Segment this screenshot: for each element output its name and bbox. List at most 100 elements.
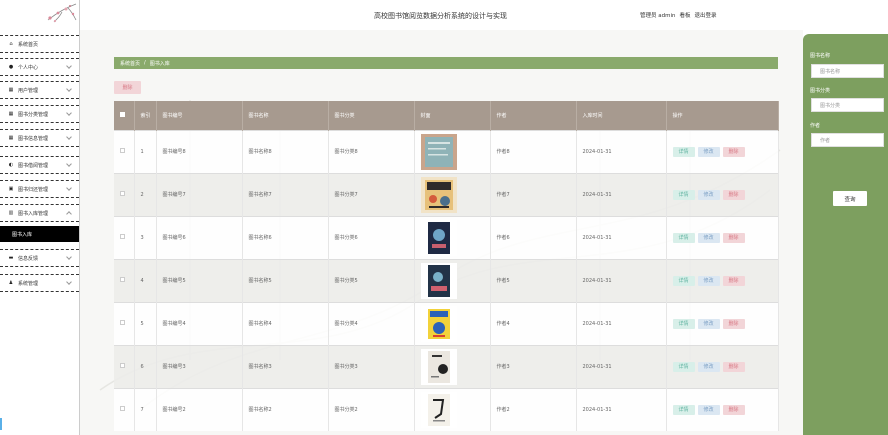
book-name: 图书名称7 xyxy=(242,172,329,216)
table-row: 1 图书编号8 图书名称8 图书分类8 作者8 2024-01-31 详情 修改 删除 xyxy=(114,129,779,173)
actions-cell: 详情 修改 删除 xyxy=(666,129,779,173)
author-label: 作者 xyxy=(810,123,821,129)
actions-cell: 详情 修改 删除 xyxy=(666,172,779,216)
book-category: 图书分类4 xyxy=(328,301,415,345)
chevron-icon xyxy=(66,211,72,217)
actions-cell: 详情 修改 删除 xyxy=(666,301,779,345)
sidebar-item[interactable]: ▣ 图书归还管理 xyxy=(0,180,79,198)
sidebar-item-label: 信息反馈 xyxy=(18,255,39,262)
delete-button[interactable]: 删除 xyxy=(722,189,745,200)
sidebar-item[interactable]: ⌂ 系统首页 xyxy=(0,35,79,53)
delete-button[interactable]: 删除 xyxy=(722,146,745,157)
sidebar-item[interactable]: ▬ 信息反馈 xyxy=(0,249,79,267)
breadcrumb-current: 图书入库 xyxy=(149,60,170,67)
cover-cell xyxy=(414,172,491,216)
delete-button[interactable]: 删除 xyxy=(722,318,745,329)
row-index: 1 xyxy=(134,129,157,173)
sidebar-item-label: 个人中心 xyxy=(18,64,39,71)
breadcrumb: 系统首页 / 图书入库 xyxy=(114,57,778,69)
row-select-cell xyxy=(114,344,135,388)
select-all-checkbox[interactable] xyxy=(120,111,125,117)
detail-button[interactable]: 详情 xyxy=(672,318,695,329)
user-label: 管理员 admin xyxy=(640,13,676,19)
book-category: 图书分类7 xyxy=(328,172,415,216)
row-checkbox[interactable] xyxy=(120,363,125,368)
logout-link[interactable]: 退出登录 xyxy=(695,11,717,19)
column-header: 入库时间 xyxy=(576,101,667,130)
book-author: 作者4 xyxy=(490,301,577,345)
breadcrumb-home[interactable]: 系统首页 xyxy=(120,60,140,67)
row-checkbox[interactable] xyxy=(120,234,125,239)
detail-button[interactable]: 详情 xyxy=(672,232,695,243)
row-checkbox[interactable] xyxy=(120,406,125,412)
detail-button[interactable]: 详情 xyxy=(672,275,695,286)
book-icon: ▣ xyxy=(8,186,14,192)
edit-button[interactable]: 修改 xyxy=(697,275,720,286)
sidebar-item-label: 图书信息管理 xyxy=(18,135,49,142)
edit-button[interactable]: 修改 xyxy=(697,189,720,200)
breadcrumb-separator: / xyxy=(144,60,146,66)
table-row: 3 图书编号6 图书名称6 图书分类6 作者6 2024-01-31 详情 修改 删除 xyxy=(114,215,779,259)
row-select-cell xyxy=(114,215,135,259)
delete-button[interactable]: 删除 xyxy=(722,232,745,243)
chevron-icon xyxy=(66,86,72,92)
book-name-input[interactable]: 图书名称 xyxy=(811,64,884,78)
row-index: 5 xyxy=(134,301,157,345)
row-select-cell xyxy=(114,172,135,216)
row-checkbox[interactable] xyxy=(120,277,125,282)
edit-button[interactable]: 修改 xyxy=(697,232,720,243)
sidebar-item[interactable]: ◐ 图书借阅管理 xyxy=(0,156,79,174)
sidebar-item[interactable]: ▦ 用户管理 xyxy=(0,81,79,99)
sidebar-item[interactable]: ▦ 图书信息管理 xyxy=(0,129,79,147)
edit-button[interactable]: 修改 xyxy=(697,404,720,415)
author-input[interactable]: 作者 xyxy=(811,133,884,147)
stock-date: 2024-01-31 xyxy=(576,387,667,431)
delete-button[interactable]: 删除 xyxy=(722,361,745,372)
sidebar-subitem-book-stock[interactable]: 图书入库 xyxy=(0,226,79,242)
select-all-header xyxy=(114,101,135,130)
stock-date: 2024-01-31 xyxy=(576,215,667,259)
book-name: 图书名称5 xyxy=(242,258,329,302)
row-select-cell xyxy=(114,301,135,345)
stock-date: 2024-01-31 xyxy=(576,172,667,216)
book-code: 图书编号5 xyxy=(156,258,243,302)
row-index: 7 xyxy=(134,387,157,431)
table-row: 5 图书编号4 图书名称4 图书分类4 作者4 2024-01-31 详情 修改 删除 xyxy=(114,301,779,345)
row-checkbox[interactable] xyxy=(120,191,125,196)
edit-button[interactable]: 修改 xyxy=(697,146,720,157)
actions-cell: 详情 修改 删除 xyxy=(666,215,779,259)
book-code: 图书编号8 xyxy=(156,129,243,173)
book-cover-image xyxy=(420,219,457,256)
edit-button[interactable]: 修改 xyxy=(697,318,720,329)
chevron-icon xyxy=(66,63,72,69)
sidebar-item[interactable]: ▦ 图书分类管理 xyxy=(0,105,79,123)
detail-button[interactable]: 详情 xyxy=(672,189,695,200)
book-name: 图书名称3 xyxy=(242,344,329,388)
dashboard-link[interactable]: 看板 xyxy=(679,11,690,19)
detail-button[interactable]: 详情 xyxy=(672,361,695,372)
search-button[interactable]: 查询 xyxy=(833,191,867,206)
book-category-input[interactable]: 图书分类 xyxy=(811,98,884,112)
sidebar-item-label: 图书入库管理 xyxy=(18,210,49,217)
bulk-delete-button[interactable]: 删除 xyxy=(114,81,141,94)
delete-button[interactable]: 删除 xyxy=(722,404,745,415)
sidebar-item[interactable]: ▥ 图书入库管理 xyxy=(0,204,79,222)
cover-cell xyxy=(414,258,491,302)
detail-button[interactable]: 详情 xyxy=(672,146,695,157)
book-category: 图书分类2 xyxy=(328,387,415,431)
actions-cell: 详情 修改 删除 xyxy=(666,387,779,431)
row-select-cell xyxy=(114,129,135,173)
actions-cell: 详情 修改 删除 xyxy=(666,344,779,388)
sidebar-item[interactable]: ♟ 系统管理 xyxy=(0,274,79,292)
row-checkbox[interactable] xyxy=(120,320,125,325)
book-cover-image xyxy=(420,262,457,299)
row-checkbox[interactable] xyxy=(120,148,125,153)
detail-button[interactable]: 详情 xyxy=(672,404,695,415)
sidebar-item-label: 系统首页 xyxy=(18,41,39,48)
grid-icon: ▦ xyxy=(8,135,14,141)
row-index: 6 xyxy=(134,344,157,388)
edit-button[interactable]: 修改 xyxy=(697,361,720,372)
book-cover-image xyxy=(420,176,457,213)
delete-button[interactable]: 删除 xyxy=(722,275,745,286)
sidebar-item[interactable]: ● 个人中心 xyxy=(0,58,79,76)
